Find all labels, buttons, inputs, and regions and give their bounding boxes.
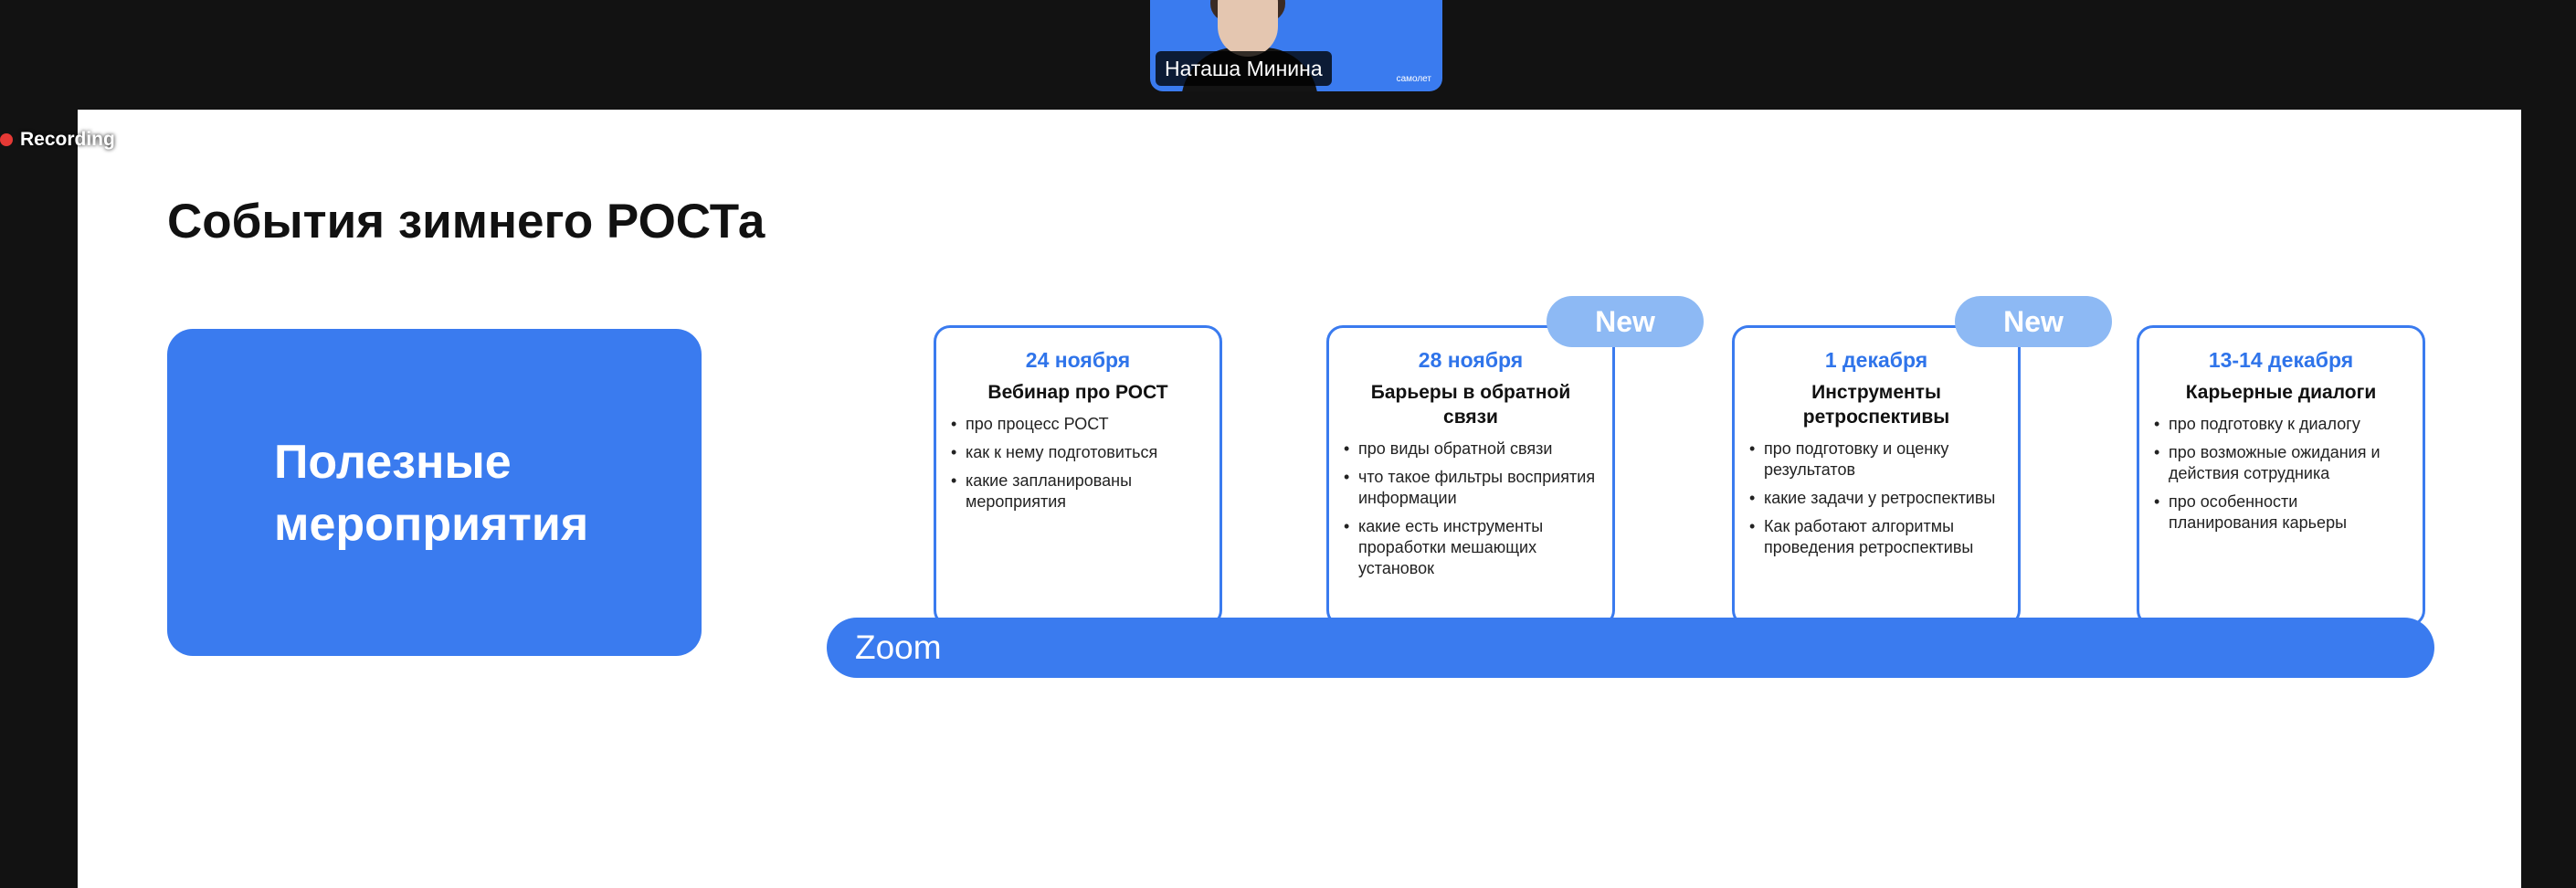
event-topics: про процесс РОСТ как к нему подготовитьс… (949, 414, 1207, 513)
event-topic: что такое фильтры восприятия информации (1342, 467, 1599, 509)
event-title: Инструменты ретроспективы (1802, 382, 1950, 428)
zoom-platform-bar: Zoom (827, 618, 2434, 678)
event-title: Вебинар про РОСТ (987, 382, 1168, 403)
event-title: Карьерные диалоги (2185, 382, 2377, 403)
zoom-label: Zoom (855, 629, 942, 666)
event-card: 13-14 декабря Карьерные диалоги про подг… (2137, 325, 2425, 627)
event-card: 24 ноября Вебинар про РОСТ про процесс Р… (934, 325, 1222, 627)
shared-slide: События зимнего РОСТа Полезные мероприят… (78, 110, 2521, 888)
slide-title: События зимнего РОСТа (167, 195, 765, 248)
event-topic: про особенности планирования карьеры (2152, 492, 2410, 534)
event-topic: какие запланированы мероприятия (949, 470, 1207, 513)
recording-label: Recording (20, 129, 115, 150)
event-topic: про виды обратной связи (1342, 439, 1599, 460)
event-topic: про процесс РОСТ (949, 414, 1207, 435)
event-topics: про подготовку и оценку результатов каки… (1747, 439, 2005, 558)
useful-events-box: Полезные мероприятия (167, 329, 702, 656)
event-date: 28 ноября (1418, 348, 1524, 372)
event-topic: про подготовку и оценку результатов (1747, 439, 2005, 481)
new-badge: New (1547, 296, 1704, 347)
recording-indicator: Recording (0, 129, 115, 151)
event-topic: про подготовку к диалогу (2152, 414, 2410, 435)
event-topic: какие задачи у ретроспективы (1747, 488, 2005, 509)
event-card: 28 ноября Барьеры в обратной связи про в… (1326, 325, 1615, 627)
event-topic: про возможные ожидания и действия сотруд… (2152, 442, 2410, 484)
event-date: 1 декабря (1824, 348, 1928, 372)
event-topic: какие есть инструменты проработки мешающ… (1342, 516, 1599, 579)
participant-name: Наташа Минина (1156, 51, 1332, 86)
participant-video-tile[interactable]: Наташа Минина самолет (1150, 0, 1442, 91)
event-topic: как к нему подготовиться (949, 442, 1207, 463)
background-brand-text: самолет (1396, 74, 1431, 84)
event-date: 24 ноября (1025, 348, 1131, 372)
useful-events-label: Полезные мероприятия (274, 436, 589, 551)
event-card: 1 декабря Инструменты ретроспективы про … (1732, 325, 2021, 627)
recording-dot-icon (0, 133, 13, 146)
new-badge: New (1955, 296, 2112, 347)
event-topic: Как работают алгоритмы проведения ретрос… (1747, 516, 2005, 558)
event-topics: про виды обратной связи что такое фильтр… (1342, 439, 1599, 579)
event-date: 13-14 декабря (2208, 348, 2354, 372)
event-title: Барьеры в обратной связи (1370, 382, 1571, 428)
event-topics: про подготовку к диалогу про возможные о… (2152, 414, 2410, 534)
